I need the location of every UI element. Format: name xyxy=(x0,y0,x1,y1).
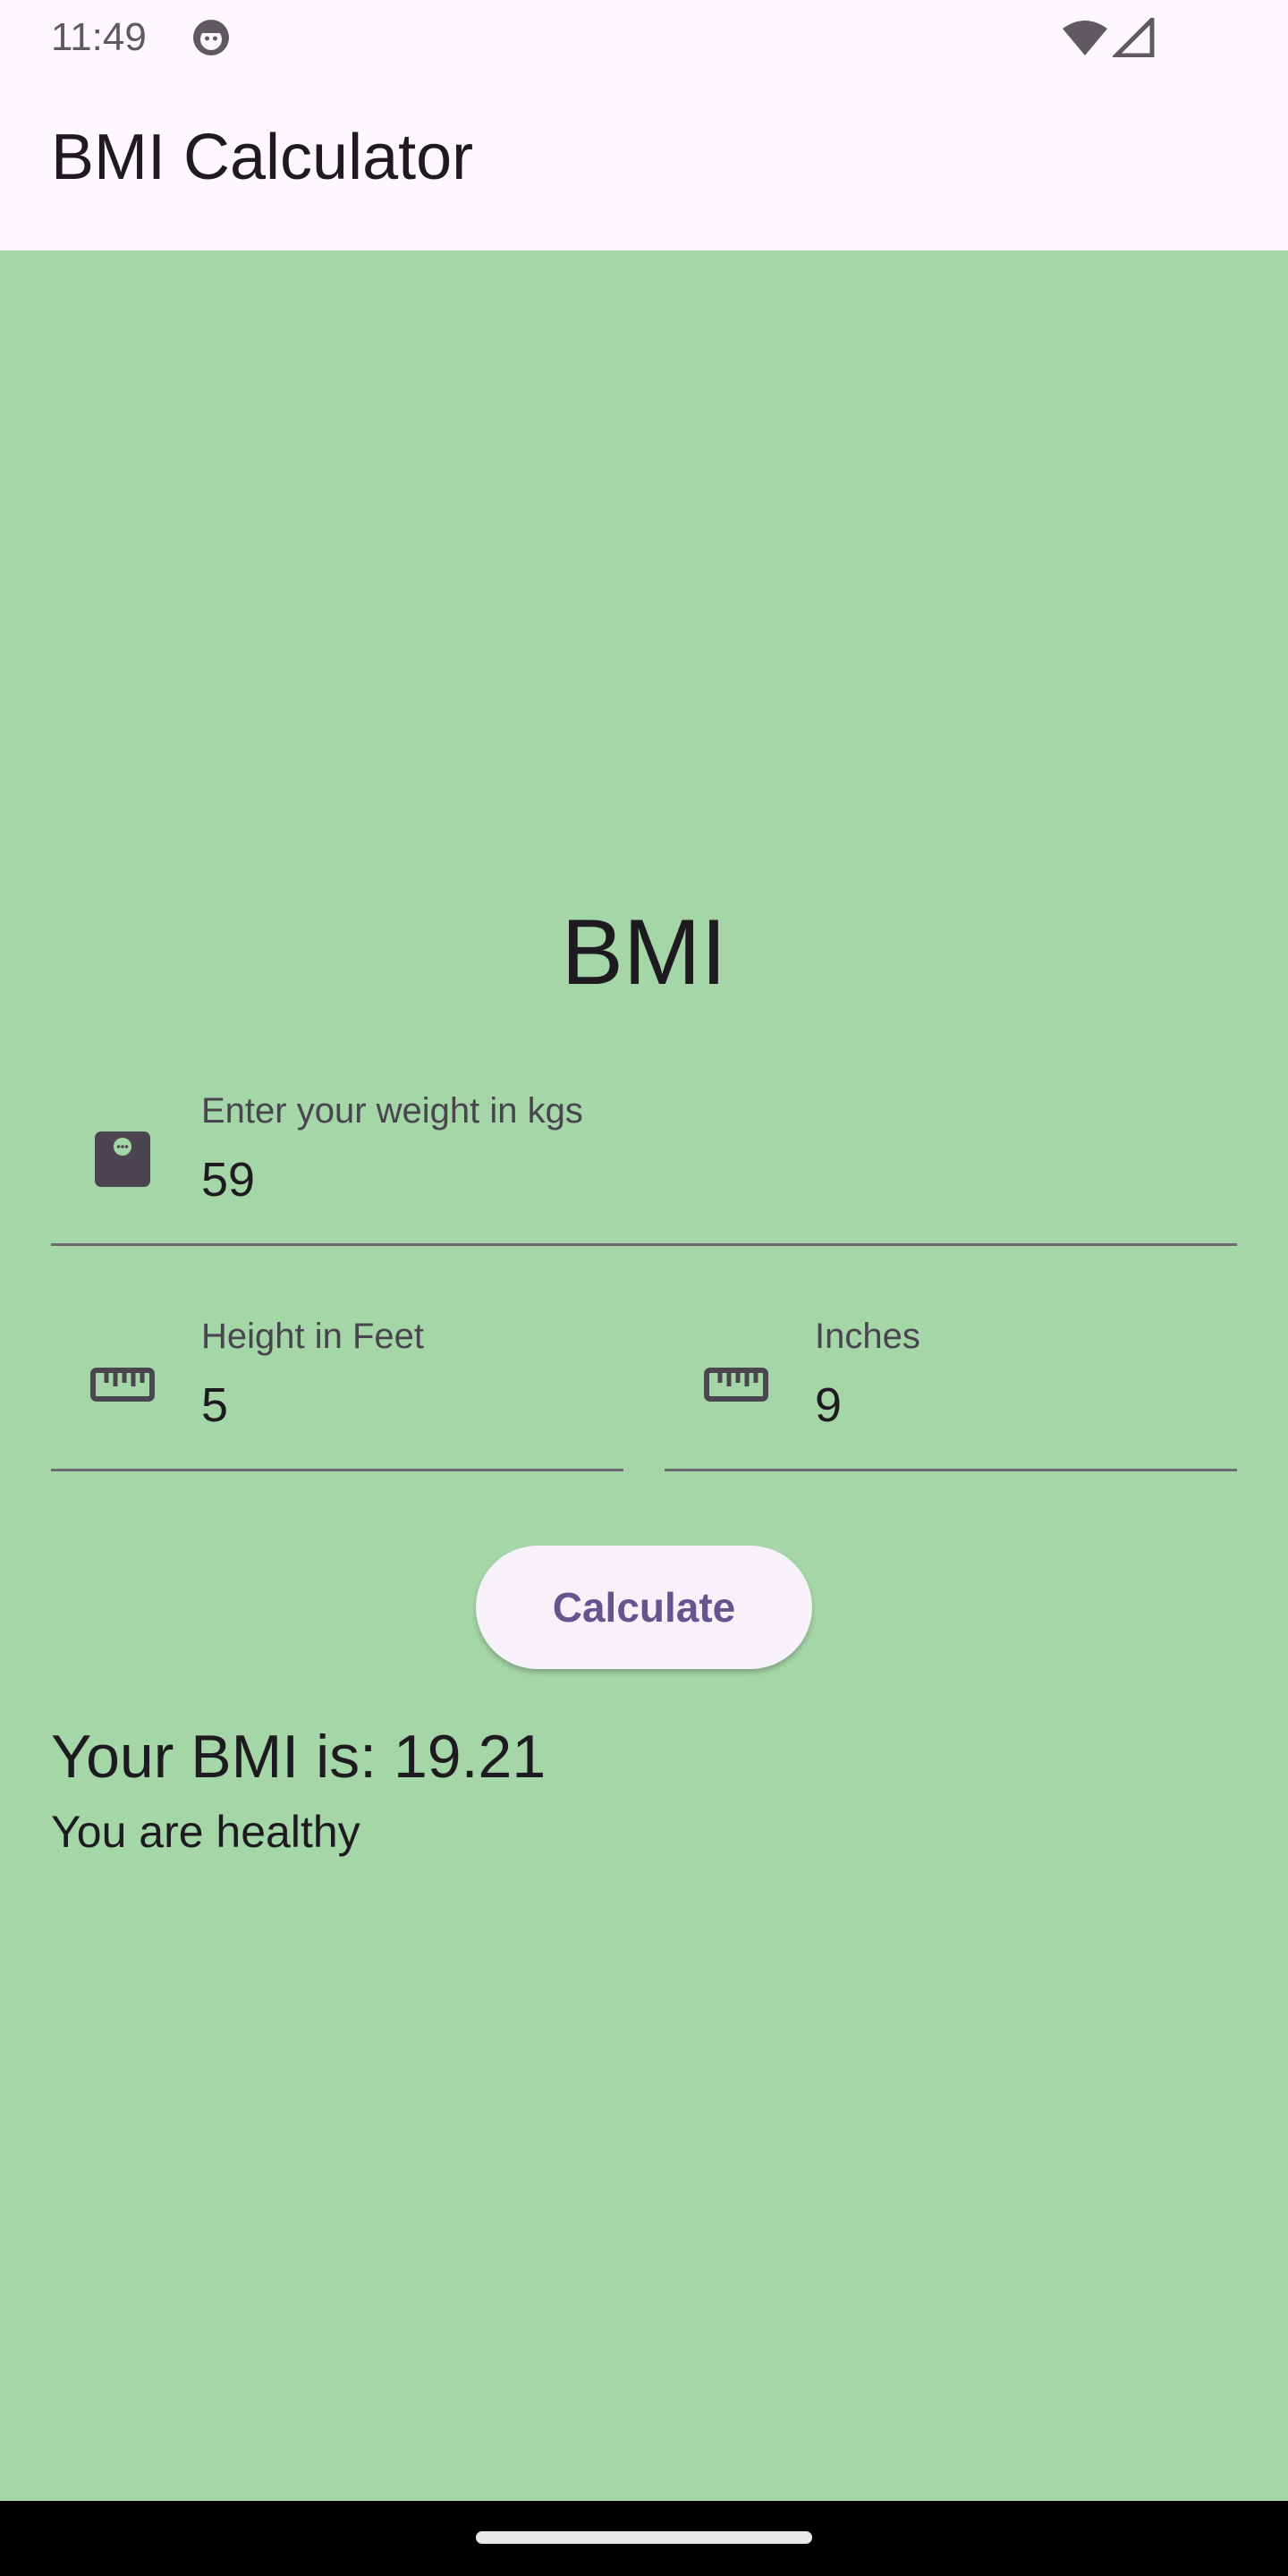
ruler-icon xyxy=(704,1368,768,1402)
cellular-signal-icon xyxy=(1113,18,1155,57)
navigation-bar xyxy=(0,2501,1288,2576)
status-time: 11:49 xyxy=(51,15,147,59)
page-heading: BMI xyxy=(561,901,727,1004)
wifi-icon xyxy=(1063,21,1107,55)
calculate-button[interactable]: Calculate xyxy=(476,1546,812,1669)
status-bar: 11:49 xyxy=(0,0,1288,75)
scale-icon xyxy=(95,1131,150,1187)
height-feet-field[interactable]: Height in Feet xyxy=(51,1299,623,1471)
height-feet-input[interactable] xyxy=(201,1374,604,1436)
weight-field[interactable]: Enter your weight in kgs xyxy=(51,1073,1237,1246)
height-inches-input[interactable] xyxy=(815,1374,1217,1436)
height-inches-label: Inches xyxy=(815,1317,920,1356)
home-gesture-handle[interactable] xyxy=(476,2531,812,2544)
app-bar: BMI Calculator xyxy=(0,75,1288,250)
height-inches-field[interactable]: Inches xyxy=(665,1299,1237,1471)
app-notification-icon xyxy=(193,20,229,55)
ruler-icon xyxy=(90,1368,155,1402)
height-feet-label: Height in Feet xyxy=(201,1317,425,1356)
bmi-status: You are healthy xyxy=(51,1807,360,1857)
app-title: BMI Calculator xyxy=(51,122,474,193)
bmi-result: Your BMI is: 19.21 xyxy=(51,1723,547,1791)
weight-input[interactable] xyxy=(201,1148,1217,1211)
weight-label: Enter your weight in kgs xyxy=(201,1091,583,1131)
